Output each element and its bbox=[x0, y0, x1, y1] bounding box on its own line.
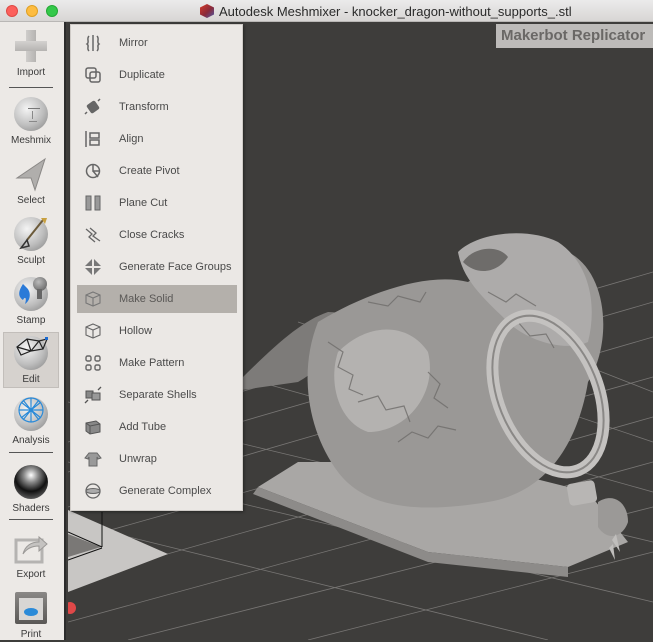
toolbar-divider bbox=[9, 519, 53, 520]
menu-item-generate-complex[interactable]: Generate Complex bbox=[77, 477, 237, 505]
print-button[interactable]: Print bbox=[3, 586, 59, 642]
chrome-sphere-icon bbox=[13, 464, 49, 500]
menu-item-mirror[interactable]: Mirror bbox=[77, 29, 237, 57]
pivot-icon bbox=[83, 161, 103, 181]
maximize-window-button[interactable] bbox=[46, 5, 58, 17]
complex-sphere-icon bbox=[83, 481, 103, 501]
stamp-sphere-icon bbox=[13, 276, 49, 312]
lattice-sphere-icon bbox=[13, 396, 49, 432]
cube-icon bbox=[83, 289, 103, 309]
export-button[interactable]: Export bbox=[3, 526, 59, 582]
menu-item-make-solid[interactable]: Make Solid bbox=[77, 285, 237, 313]
printer-icon bbox=[13, 590, 49, 626]
brush-sphere-icon bbox=[13, 216, 49, 252]
align-icon bbox=[83, 129, 103, 149]
menu-item-add-tube[interactable]: Add Tube bbox=[77, 413, 237, 441]
select-button[interactable]: Select bbox=[3, 152, 59, 208]
face-groups-icon bbox=[83, 257, 103, 277]
import-button[interactable]: Import bbox=[3, 24, 59, 80]
close-window-button[interactable] bbox=[6, 5, 18, 17]
menu-item-make-pattern[interactable]: Make Pattern bbox=[77, 349, 237, 377]
hollow-cube-icon bbox=[83, 321, 103, 341]
stamp-button[interactable]: Stamp bbox=[3, 272, 59, 328]
export-arrow-icon bbox=[13, 530, 49, 566]
menu-item-duplicate[interactable]: Duplicate bbox=[77, 61, 237, 89]
shaders-button[interactable]: Shaders bbox=[3, 460, 59, 516]
unwrap-shirt-icon bbox=[83, 449, 103, 469]
duplicate-icon bbox=[83, 65, 103, 85]
meshmixer-logo-icon bbox=[200, 4, 214, 18]
plus-icon bbox=[13, 28, 49, 64]
meshmix-button[interactable]: Meshmix bbox=[3, 92, 59, 148]
main-toolbar: Import Meshmix Select Sculpt Stamp Edit … bbox=[0, 22, 66, 640]
transform-icon bbox=[83, 97, 103, 117]
tube-icon bbox=[83, 417, 103, 437]
sculpt-button[interactable]: Sculpt bbox=[3, 212, 59, 268]
edit-button[interactable]: Edit bbox=[3, 332, 59, 388]
analysis-button[interactable]: Analysis bbox=[3, 392, 59, 448]
edit-menu: Mirror Duplicate Transform Align Create … bbox=[70, 24, 243, 511]
arrow-cursor-icon bbox=[13, 156, 49, 192]
menu-item-hollow[interactable]: Hollow bbox=[77, 317, 237, 345]
menu-item-generate-face-groups[interactable]: Generate Face Groups bbox=[77, 253, 237, 281]
axis-x-marker bbox=[68, 602, 76, 614]
dragon-model bbox=[228, 233, 628, 577]
separate-shells-icon bbox=[83, 385, 103, 405]
menu-item-unwrap[interactable]: Unwrap bbox=[77, 445, 237, 473]
title-bar: Autodesk Meshmixer - knocker_dragon-with… bbox=[0, 0, 653, 22]
window-title: Autodesk Meshmixer - knocker_dragon-with… bbox=[219, 3, 572, 19]
mesh-sphere-icon bbox=[13, 335, 49, 371]
menu-item-create-pivot[interactable]: Create Pivot bbox=[77, 157, 237, 185]
menu-item-transform[interactable]: Transform bbox=[77, 93, 237, 121]
close-cracks-icon bbox=[83, 225, 103, 245]
plane-cut-icon bbox=[83, 193, 103, 213]
mirror-icon bbox=[83, 33, 103, 53]
face-sphere-icon bbox=[13, 96, 49, 132]
toolbar-divider bbox=[9, 452, 53, 453]
menu-item-plane-cut[interactable]: Plane Cut bbox=[77, 189, 237, 217]
printer-label: Makerbot Replicator bbox=[496, 24, 653, 48]
menu-item-separate-shells[interactable]: Separate Shells bbox=[77, 381, 237, 409]
toolbar-divider bbox=[9, 87, 53, 88]
menu-item-align[interactable]: Align bbox=[77, 125, 237, 153]
minimize-window-button[interactable] bbox=[26, 5, 38, 17]
menu-item-close-cracks[interactable]: Close Cracks bbox=[77, 221, 237, 249]
pattern-grid-icon bbox=[83, 353, 103, 373]
